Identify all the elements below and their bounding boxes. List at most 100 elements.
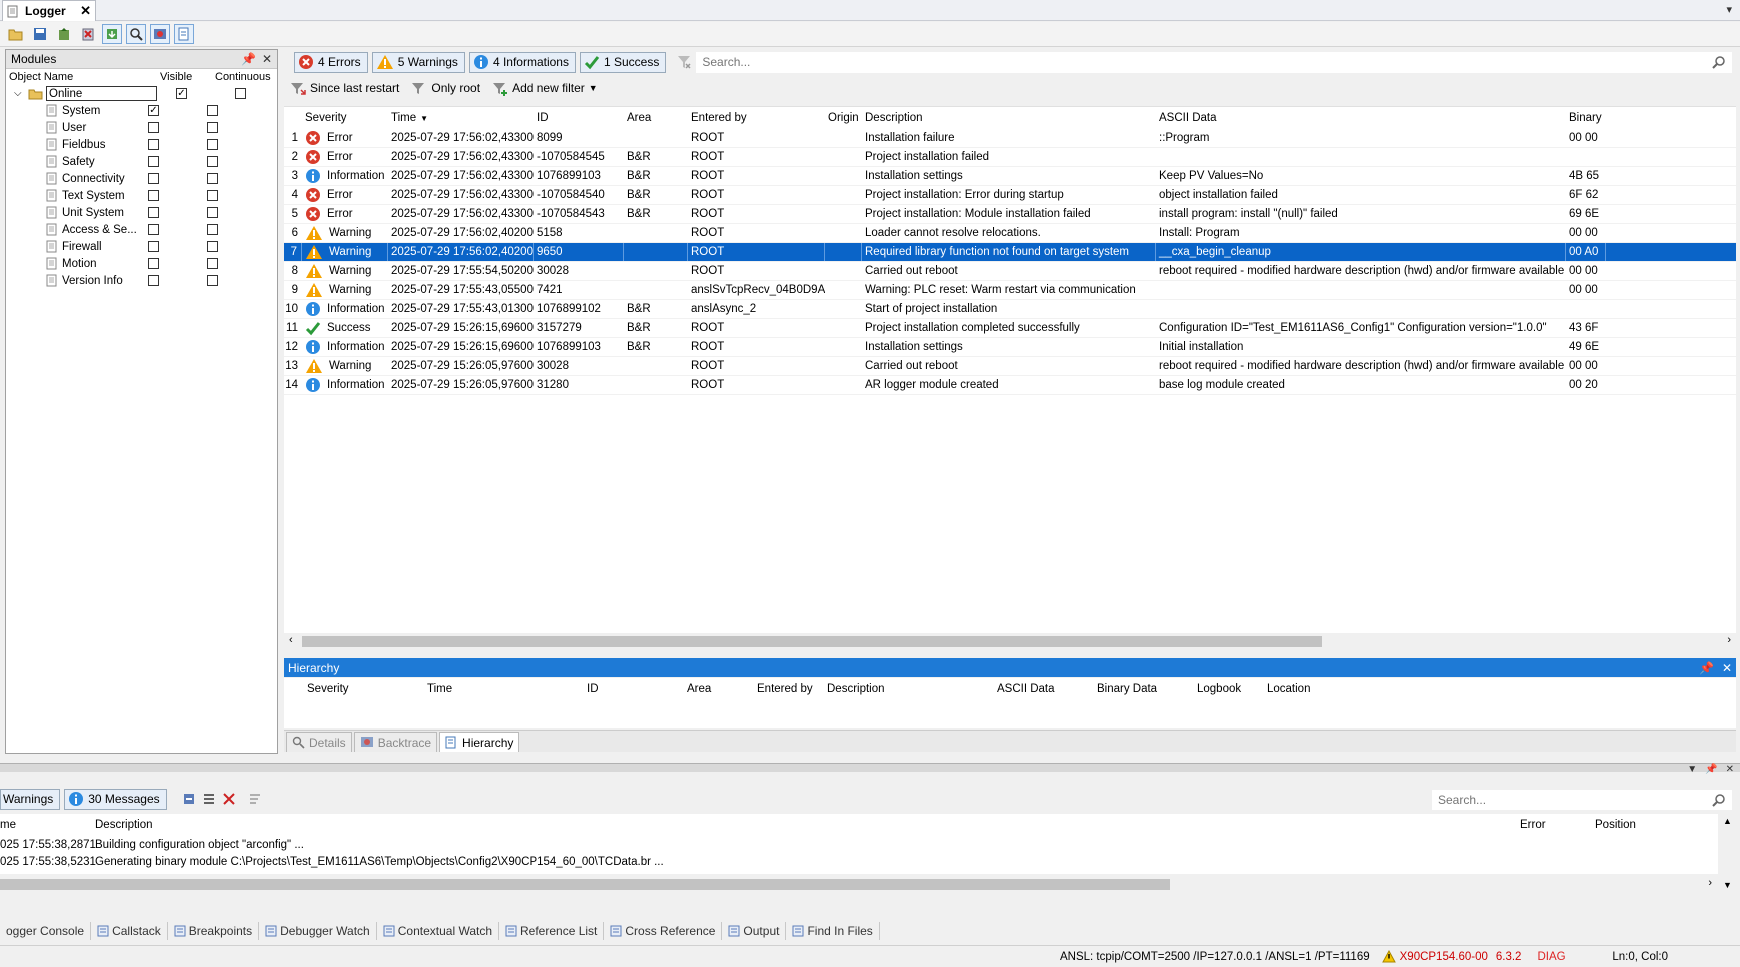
- checkbox[interactable]: [207, 139, 218, 150]
- log-row[interactable]: 9 Warning 2025-07-29 17:55:43,055000 7421 a…: [284, 281, 1736, 300]
- tab-backtrace[interactable]: Backtrace: [353, 732, 438, 752]
- scroll-thumb[interactable]: [0, 879, 1170, 890]
- col-binary[interactable]: Binary: [1566, 107, 1606, 129]
- tree-node-label[interactable]: Fieldbus: [62, 139, 148, 151]
- output-horizontal-scrollbar[interactable]: ›: [0, 876, 1718, 893]
- errors-filter-button[interactable]: 4 Errors: [294, 51, 368, 73]
- log-row[interactable]: 2 Error 2025-07-29 17:56:02,433000 -107058…: [284, 148, 1736, 167]
- checkbox[interactable]: ✓: [148, 105, 159, 116]
- hier-col-entered-by[interactable]: Entered by: [754, 678, 824, 700]
- tree-node-label[interactable]: Connectivity: [62, 173, 148, 185]
- tab-list-dropdown-icon[interactable]: ▾: [1726, 3, 1732, 16]
- target-name[interactable]: X90CP154.60-00: [1400, 951, 1488, 963]
- log-horizontal-scrollbar[interactable]: ‹ ›: [284, 633, 1736, 650]
- hier-col-ascii-data[interactable]: ASCII Data: [994, 678, 1094, 700]
- tree-node-module[interactable]: Motion: [6, 255, 277, 272]
- since-last-restart-button[interactable]: Since last restart: [290, 81, 399, 96]
- col-area[interactable]: Area: [624, 107, 688, 129]
- delete-log-button[interactable]: [78, 24, 98, 44]
- logger-tab[interactable]: Logger ✕: [2, 0, 96, 21]
- col-id[interactable]: ID: [534, 107, 624, 129]
- checkbox[interactable]: [207, 241, 218, 252]
- tree-node-module[interactable]: Text System: [6, 187, 277, 204]
- tree-node-label[interactable]: Version Info: [62, 275, 148, 287]
- col-object-name[interactable]: Object Name: [9, 71, 160, 83]
- checkbox[interactable]: [207, 190, 218, 201]
- find-button[interactable]: [126, 24, 146, 44]
- output-clear-icon[interactable]: [221, 791, 237, 807]
- checkbox[interactable]: [207, 258, 218, 269]
- tab-hierarchy[interactable]: Hierarchy: [439, 732, 520, 752]
- checkbox[interactable]: [235, 88, 246, 99]
- scroll-right-icon[interactable]: ›: [1708, 877, 1712, 889]
- checkbox[interactable]: [148, 224, 159, 235]
- scroll-thumb[interactable]: [302, 636, 1322, 647]
- checkbox[interactable]: [207, 207, 218, 218]
- checkbox[interactable]: [207, 275, 218, 286]
- log-row[interactable]: 6 Warning 2025-07-29 17:56:02,402000 5158 R…: [284, 224, 1736, 243]
- tree-node-module[interactable]: User: [6, 119, 277, 136]
- log-row[interactable]: 11 Success 2025-07-29 15:26:15,696000 3157…: [284, 319, 1736, 338]
- col-severity[interactable]: Severity: [302, 107, 388, 129]
- close-panel-icon[interactable]: ✕: [262, 52, 272, 66]
- tree-node-label[interactable]: System: [62, 105, 148, 117]
- log-row[interactable]: 10 Information 2025-07-29 17:55:43,013000…: [284, 300, 1736, 319]
- pin-icon[interactable]: 📌: [1699, 661, 1714, 675]
- checkbox[interactable]: [148, 258, 159, 269]
- checkbox[interactable]: [207, 224, 218, 235]
- bottom-tab-1[interactable]: Callstack: [91, 922, 168, 940]
- checkbox[interactable]: [148, 207, 159, 218]
- col-origin[interactable]: Origin: [825, 107, 862, 129]
- save-button[interactable]: [30, 24, 50, 44]
- output-row[interactable]: 025 17:55:38,2871 Building configuration…: [0, 836, 1718, 853]
- col-time[interactable]: me: [0, 819, 95, 831]
- log-row[interactable]: 3 Information 2025-07-29 17:56:02,433000 1…: [284, 167, 1736, 186]
- upload-button[interactable]: [54, 24, 74, 44]
- tree-node-module[interactable]: System ✓: [6, 102, 277, 119]
- tree-node-label[interactable]: Safety: [62, 156, 148, 168]
- col-time[interactable]: Time ▼: [388, 107, 534, 129]
- close-panel-icon[interactable]: ✕: [1726, 764, 1734, 775]
- scroll-up-icon[interactable]: ▲: [1723, 816, 1732, 826]
- hier-col-description[interactable]: Description: [824, 678, 994, 700]
- col-ascii-data[interactable]: ASCII Data: [1156, 107, 1566, 129]
- hier-col-time[interactable]: Time: [424, 678, 584, 700]
- tree-node-module[interactable]: Fieldbus: [6, 136, 277, 153]
- col-position[interactable]: Position: [1595, 819, 1710, 831]
- close-tab-icon[interactable]: ✕: [80, 3, 91, 19]
- checkbox[interactable]: [148, 241, 159, 252]
- tree-node-module[interactable]: Version Info: [6, 272, 277, 289]
- search-icon[interactable]: [1712, 793, 1726, 807]
- scroll-down-icon[interactable]: ▼: [1723, 880, 1732, 890]
- tree-node-label[interactable]: Text System: [62, 190, 148, 202]
- tree-node-label[interactable]: Motion: [62, 258, 148, 270]
- checkbox[interactable]: [148, 156, 159, 167]
- col-description[interactable]: Description: [862, 107, 1156, 129]
- import-button[interactable]: [102, 24, 122, 44]
- bottom-tab-2[interactable]: Breakpoints: [168, 922, 260, 940]
- scroll-right-icon[interactable]: ›: [1727, 634, 1731, 646]
- hier-col-location[interactable]: Location: [1264, 678, 1344, 700]
- scroll-left-icon[interactable]: ‹: [289, 634, 293, 646]
- checkbox[interactable]: [148, 173, 159, 184]
- log-row[interactable]: 12 Information 2025-07-29 15:26:15,696000…: [284, 338, 1736, 357]
- log-row[interactable]: 5 Error 2025-07-29 17:56:02,433000 -107058…: [284, 205, 1736, 224]
- tree-node-label[interactable]: Unit System: [62, 207, 148, 219]
- hier-col-severity[interactable]: Severity: [304, 678, 424, 700]
- checkbox[interactable]: [148, 190, 159, 201]
- checkbox[interactable]: [148, 275, 159, 286]
- bottom-tab-7[interactable]: Output: [722, 922, 787, 940]
- checkbox[interactable]: [207, 105, 218, 116]
- col-description[interactable]: Description: [95, 819, 1520, 831]
- col-visible[interactable]: Visible: [160, 71, 215, 83]
- tree-node-module[interactable]: Safety: [6, 153, 277, 170]
- tree-node-label[interactable]: User: [62, 122, 148, 134]
- output-panel-splitter[interactable]: [0, 763, 1740, 772]
- tree-node-module[interactable]: Connectivity: [6, 170, 277, 187]
- bottom-tab-6[interactable]: Cross Reference: [604, 922, 723, 940]
- only-root-button[interactable]: Only root: [411, 81, 480, 96]
- tree-node-label[interactable]: Online: [46, 86, 157, 101]
- col-entered-by[interactable]: Entered by: [688, 107, 825, 129]
- col-error[interactable]: Error: [1520, 819, 1595, 831]
- log-row[interactable]: 1 Error 2025-07-29 17:56:02,433000 8099 ROO…: [284, 129, 1736, 148]
